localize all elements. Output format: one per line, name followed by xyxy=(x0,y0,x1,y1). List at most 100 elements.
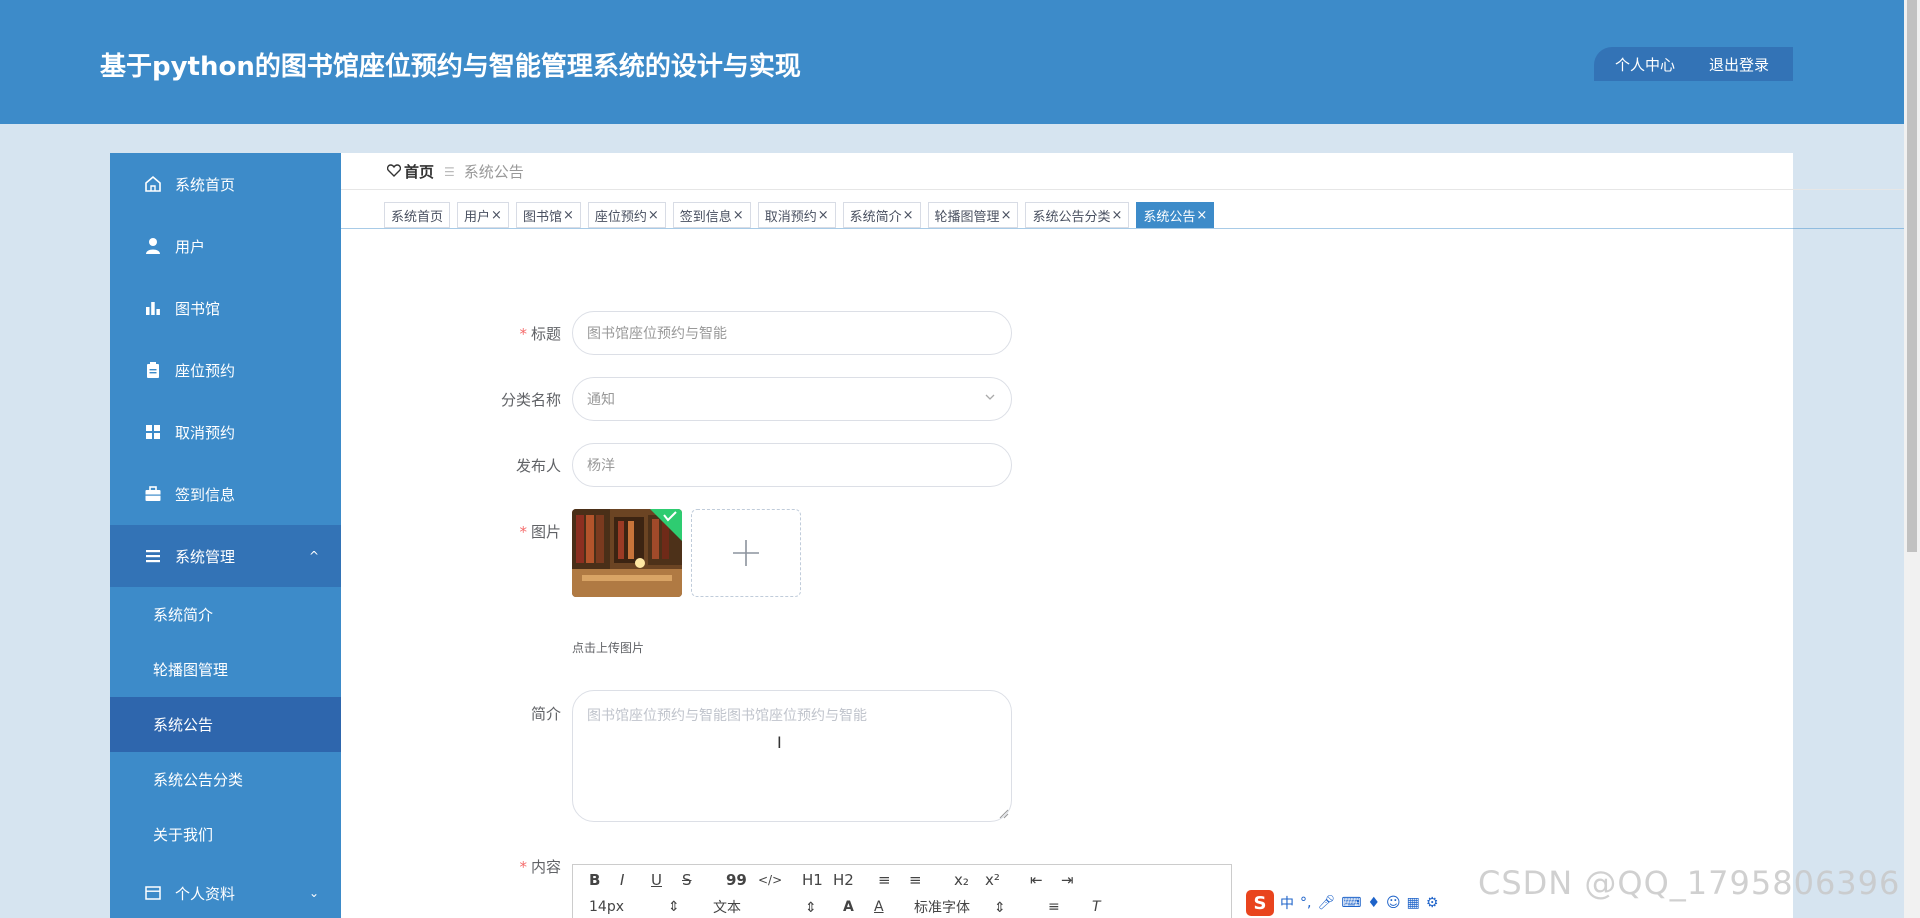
apps-grid-icon[interactable]: ▦ xyxy=(1407,895,1420,911)
category-select[interactable]: 通知 xyxy=(572,377,1012,421)
header1-button[interactable]: H1 xyxy=(802,871,833,889)
header2-button[interactable]: H2 xyxy=(833,871,878,889)
sidebar-item-home[interactable]: 系统首页 xyxy=(110,153,341,215)
font-family-value: 标准字体 xyxy=(914,900,970,916)
resize-handle-icon[interactable] xyxy=(999,809,1009,819)
microphone-icon[interactable]: 🎤︎ xyxy=(1317,895,1335,911)
sidebar-item-users[interactable]: 用户 xyxy=(110,215,341,277)
breadcrumb-divider xyxy=(341,189,1904,190)
tab-label: 系统首页 xyxy=(391,209,444,225)
tab-announcement-category[interactable]: 系统公告分类 × xyxy=(1025,202,1130,228)
strike-button[interactable]: S xyxy=(682,871,726,889)
sidebar-item-label: 用户 xyxy=(175,237,206,256)
close-icon[interactable]: × xyxy=(733,208,744,223)
tab-users[interactable]: 用户 × xyxy=(457,202,509,228)
content-label-text: 内容 xyxy=(530,858,561,876)
close-icon[interactable]: × xyxy=(1196,208,1207,223)
intro-textarea[interactable]: 图书馆座位预约与智能图书馆座位预约与智能 I xyxy=(572,690,1012,822)
tab-library[interactable]: 图书馆 × xyxy=(515,202,581,228)
outdent-button[interactable]: ⇤ xyxy=(1030,871,1061,889)
title-label: * 标题 xyxy=(441,323,561,344)
tab-system-intro[interactable]: 系统简介 × xyxy=(842,202,921,228)
title-input[interactable]: 图书馆座位预约与智能 xyxy=(572,311,1012,355)
settings-gear-icon[interactable]: ⚙ xyxy=(1426,895,1439,911)
tab-carousel[interactable]: 轮播图管理 × xyxy=(927,202,1019,228)
ime-mode-indicator[interactable]: 中 xyxy=(1280,893,1294,913)
background-color-icon[interactable]: A xyxy=(874,899,914,915)
skin-icon[interactable]: ♦ xyxy=(1367,895,1380,911)
sidebar-subitem-carousel[interactable]: 轮播图管理 xyxy=(110,642,341,697)
align-icon[interactable]: ≡ xyxy=(1048,899,1092,915)
vertical-scrollbar[interactable] xyxy=(1904,0,1920,918)
sidebar-subitem-about-us[interactable]: 关于我们 xyxy=(110,807,341,862)
ime-punctuation-icon[interactable]: °, xyxy=(1300,895,1311,911)
close-icon[interactable]: × xyxy=(818,208,829,223)
breadcrumb-home[interactable]: 首页 xyxy=(404,161,434,182)
select-arrow-icon: ⇕ xyxy=(668,899,680,915)
ime-toolbar[interactable]: S 中 °, 🎤︎ ⌨ ♦ ☺ ▦ ⚙ xyxy=(1242,888,1472,918)
app-title: 基于python的图书馆座位预约与智能管理系统的设计与实现 xyxy=(100,52,801,82)
ordered-list-button[interactable]: ≡ xyxy=(878,871,909,889)
close-icon[interactable]: × xyxy=(563,208,574,223)
subscript-button[interactable]: x₂ xyxy=(954,871,985,889)
sidebar-item-profile[interactable]: 个人资料 ⌄ xyxy=(110,862,341,918)
heart-icon xyxy=(386,163,402,181)
header-type-select[interactable]: 文本 ⇕ xyxy=(713,897,843,917)
sidebar-item-checkin[interactable]: 签到信息 xyxy=(110,463,341,525)
uploaded-image-thumbnail[interactable] xyxy=(572,509,682,597)
scrollbar-thumb[interactable] xyxy=(1907,0,1917,552)
sogou-logo: S xyxy=(1246,890,1274,916)
sidebar-subitem-announcement[interactable]: 系统公告 xyxy=(110,697,341,752)
tab-announcement[interactable]: 系统公告 × xyxy=(1136,202,1215,228)
tab-home[interactable]: 系统首页 xyxy=(384,202,451,228)
underline-button[interactable]: U xyxy=(651,871,682,889)
header-actions: 个人中心 退出登录 xyxy=(1594,47,1793,81)
sidebar-item-cancel-booking[interactable]: 取消预约 xyxy=(110,401,341,463)
close-icon[interactable]: × xyxy=(491,208,502,223)
user-icon xyxy=(144,237,162,255)
font-family-select[interactable]: 标准字体 ⇕ xyxy=(914,897,1048,917)
superscript-button[interactable]: x² xyxy=(985,871,1030,889)
required-mark: * xyxy=(519,325,527,343)
personal-center-link[interactable]: 个人中心 xyxy=(1615,54,1675,75)
robot-icon[interactable]: ☺ xyxy=(1386,895,1401,911)
close-icon[interactable]: × xyxy=(648,208,659,223)
bold-button[interactable]: B xyxy=(589,871,620,889)
home-icon xyxy=(144,175,162,193)
bullet-list-button[interactable]: ≡ xyxy=(909,871,954,889)
sidebar-subitem-system-intro[interactable]: 系统简介 xyxy=(110,587,341,642)
clear-format-icon[interactable]: T xyxy=(1092,899,1101,915)
italic-button[interactable]: I xyxy=(620,871,651,889)
rich-text-editor[interactable]: B I U S 99 </> H1 H2 ≡ ≡ x₂ x² ⇤ ⇥ 14px ⇕… xyxy=(572,864,1232,918)
menu-icon xyxy=(144,547,162,565)
intro-label-text: 简介 xyxy=(530,705,561,723)
logout-link[interactable]: 退出登录 xyxy=(1709,54,1769,75)
close-icon[interactable]: × xyxy=(1111,208,1122,223)
tab-cancel-booking[interactable]: 取消预约 × xyxy=(757,202,836,228)
sidebar-item-seat-booking[interactable]: 座位预约 xyxy=(110,339,341,401)
sidebar-item-library[interactable]: 图书馆 xyxy=(110,277,341,339)
sidebar-item-label: 取消预约 xyxy=(175,423,236,442)
keyboard-icon[interactable]: ⌨ xyxy=(1341,895,1361,911)
code-block-button[interactable]: </> xyxy=(758,873,802,887)
tags-view: 系统首页 用户 × 图书馆 × 座位预约 × 签到信息 × 取消预约 × 系统简介 × 轮播… xyxy=(384,202,1221,228)
font-color-icon[interactable]: A xyxy=(843,899,874,915)
sidebar-item-label: 座位预约 xyxy=(175,361,236,380)
required-mark: * xyxy=(519,858,527,876)
blockquote-button[interactable]: 99 xyxy=(726,871,758,889)
close-icon[interactable]: × xyxy=(903,208,914,223)
sidebar-item-system-management[interactable]: 系统管理 ^ xyxy=(110,525,341,587)
close-icon[interactable]: × xyxy=(1001,208,1012,223)
font-size-select[interactable]: 14px ⇕ xyxy=(589,899,713,915)
briefcase-icon xyxy=(144,485,162,503)
category-label: 分类名称 xyxy=(441,389,561,410)
publisher-input[interactable]: 杨洋 xyxy=(572,443,1012,487)
indent-button[interactable]: ⇥ xyxy=(1061,871,1092,889)
category-label-text: 分类名称 xyxy=(500,391,561,409)
publisher-label-text: 发布人 xyxy=(515,457,561,475)
upload-image-button[interactable] xyxy=(691,509,801,597)
tab-checkin[interactable]: 签到信息 × xyxy=(672,202,751,228)
tab-seat-booking[interactable]: 座位预约 × xyxy=(587,202,666,228)
sidebar-subitem-announcement-category[interactable]: 系统公告分类 xyxy=(110,752,341,807)
content-label: * 内容 xyxy=(441,856,561,877)
